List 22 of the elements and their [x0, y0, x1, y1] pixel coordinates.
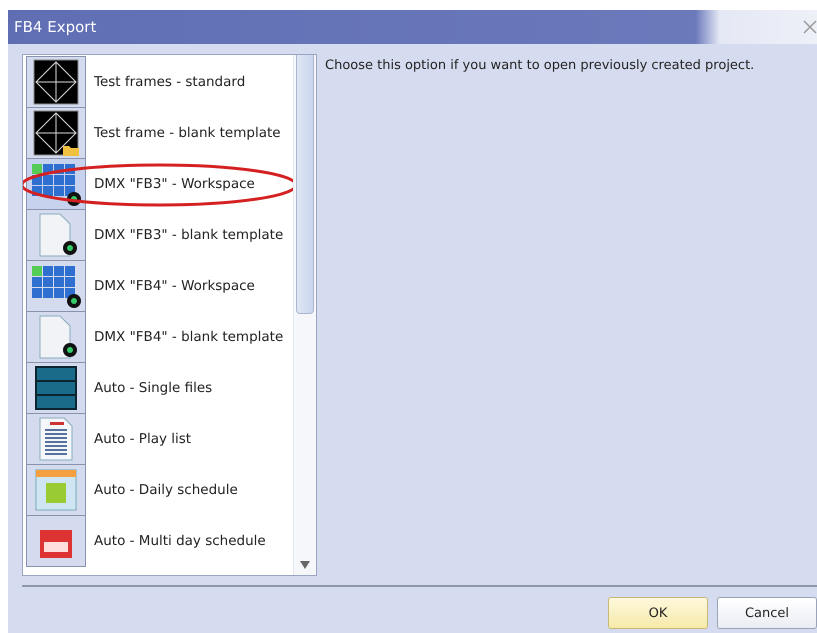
option-label: DMX "FB3" - Workspace: [94, 176, 255, 192]
close-icon[interactable]: [803, 20, 817, 34]
cancel-button[interactable]: Cancel: [717, 597, 817, 629]
option-label: Auto - Daily schedule: [94, 482, 238, 498]
scroll-down-icon[interactable]: [300, 561, 310, 569]
ok-button[interactable]: OK: [608, 597, 708, 629]
calendar-icon: [34, 468, 78, 512]
option-label: DMX "FB4" - Workspace: [94, 278, 255, 294]
option-label: Auto - Multi day schedule: [94, 532, 266, 548]
option-label: Test frames - standard: [94, 74, 246, 90]
option-label: DMX "FB4" - blank template: [94, 328, 284, 344]
option-item[interactable]: DMX "FB3" - Workspace: [23, 158, 293, 209]
test-frame-folder-icon: [33, 110, 79, 156]
scrollbar[interactable]: [293, 55, 316, 575]
option-label: Auto - Play list: [94, 430, 192, 446]
option-description: Choose this option if you want to open previously created project.: [325, 58, 754, 75]
option-label: Auto - Single files: [94, 380, 212, 396]
numbered-rows-icon: [34, 364, 78, 410]
test-frame-icon: [33, 58, 79, 104]
option-label: Test frame - blank template: [94, 124, 281, 140]
window-title: FB4 Export: [14, 18, 96, 36]
option-label: DMX "FB3" - blank template: [94, 226, 284, 242]
